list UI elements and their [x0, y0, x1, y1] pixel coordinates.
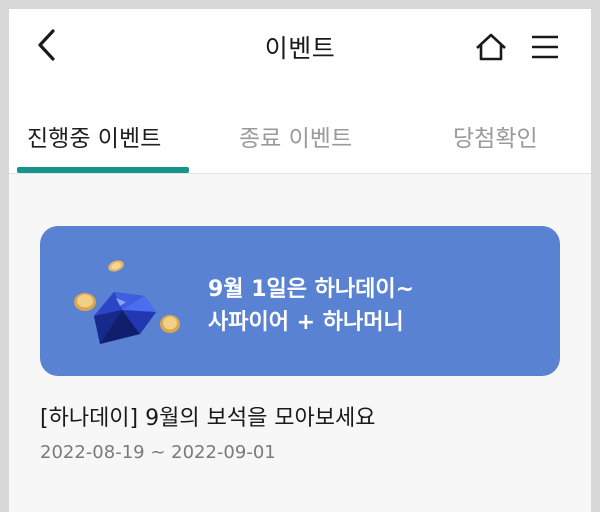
event-date-range: 2022-08-19 ~ 2022-09-01: [40, 442, 276, 463]
tab-winner-check[interactable]: 당첨확인: [453, 119, 538, 153]
banner-subheadline: 사파이어 + 하나머니: [208, 310, 404, 335]
banner-headline: 9월 1일은 하나데이~: [208, 277, 415, 302]
event-title[interactable]: [하나데이] 9월의 보석을 모아보세요: [40, 400, 376, 432]
hamburger-menu-icon: [532, 35, 558, 59]
home-icon: [476, 33, 506, 61]
event-banner[interactable]: 9월 1일은 하나데이~ 사파이어 + 하나머니: [40, 226, 560, 376]
event-tabs: 진행중 이벤트 종료 이벤트 당첨확인: [9, 85, 591, 174]
tab-ongoing-events[interactable]: 진행중 이벤트: [27, 119, 161, 153]
top-app-bar: 이벤트: [9, 9, 591, 85]
home-button[interactable]: [471, 27, 511, 67]
menu-button[interactable]: [524, 27, 564, 67]
tab-ended-events[interactable]: 종료 이벤트: [239, 119, 352, 153]
active-tab-indicator: [17, 167, 189, 173]
app-screen: 이벤트 진행중 이벤트 종료 이벤트 당첨확인 9월 1일은 하나데이~ 사파이…: [9, 9, 591, 512]
sapphire-coins-illustration: [74, 260, 180, 344]
